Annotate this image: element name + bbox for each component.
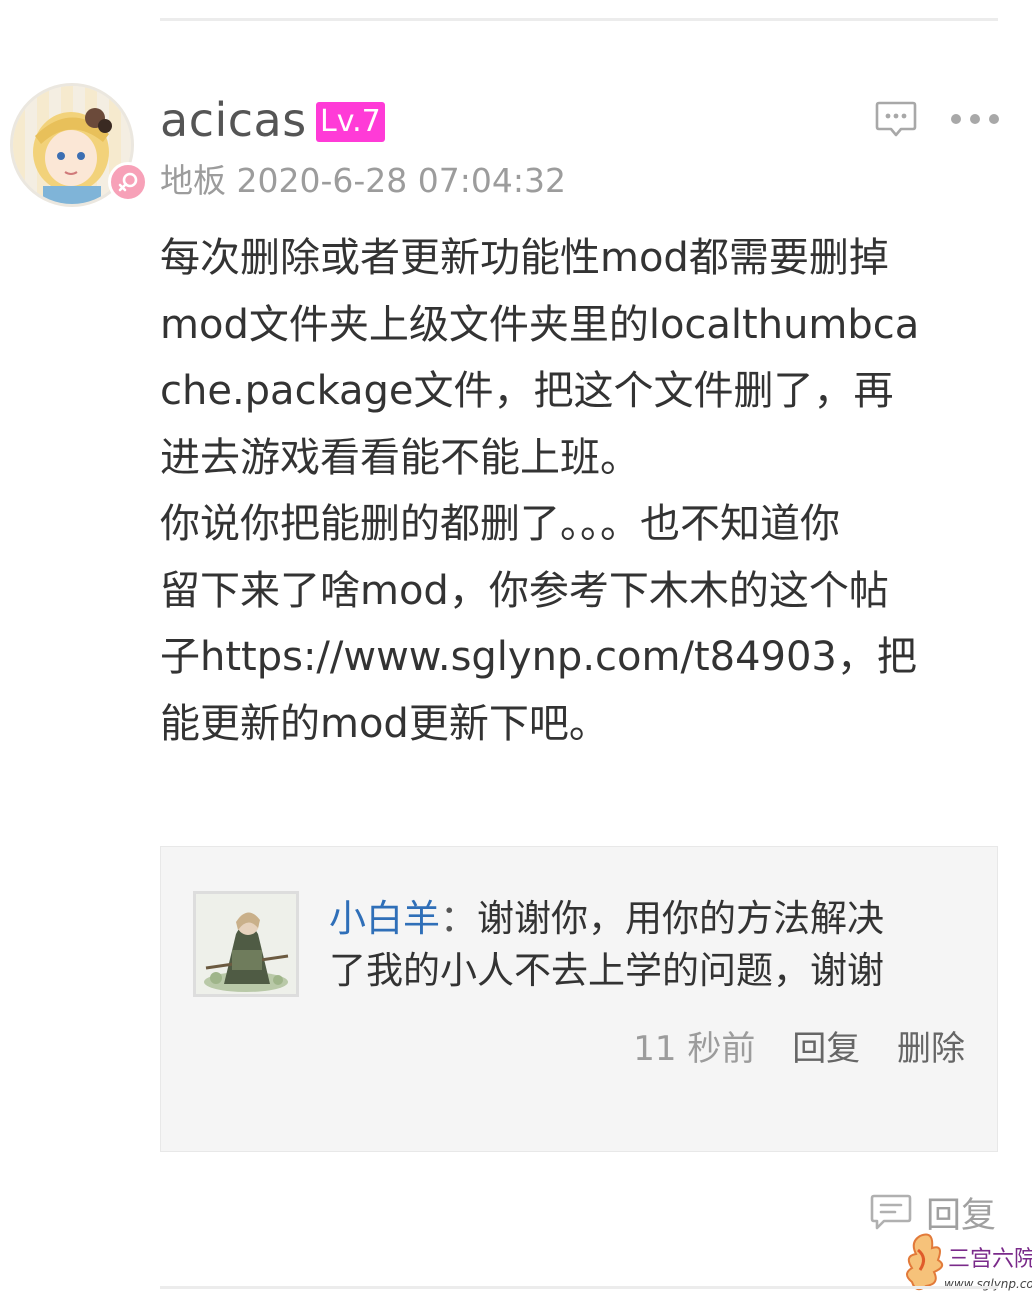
post-body-line: 进去游戏看看能不能上班。: [160, 434, 640, 481]
post-body-line: che.package文件，把这个文件删了，再: [160, 368, 894, 414]
reply-time: 11 秒前: [633, 1029, 756, 1069]
floor-label: 地板: [160, 161, 226, 200]
post-body-line: 留下来了啥mod，你参考下木木的这个帖: [160, 567, 889, 614]
reply-username[interactable]: 小白羊: [329, 897, 440, 940]
reply-content: 小白羊：谢谢你，用你的方法解决 了我的小人不去上学的问题，谢谢: [329, 893, 979, 997]
reply-to-reply-button[interactable]: 回复: [792, 1029, 860, 1069]
reply-avatar[interactable]: [193, 891, 299, 997]
post-body-line: 子https://www.sglynp.com/t84903，把: [160, 634, 917, 680]
post-timestamp: 2020-6-28 07:04:32: [236, 161, 566, 200]
post-body-line: mod文件夹上级文件夹里的localthumbca: [160, 301, 920, 348]
post-body-line: 能更新的mod更新下吧。: [160, 700, 609, 747]
reply-text-line2: 了我的小人不去上学的问题，谢谢: [329, 949, 884, 992]
post-username[interactable]: acicas: [160, 92, 307, 148]
post-body-line: 你说你把能删的都删了。。。也不知道你: [160, 501, 840, 547]
reply-separator: ：: [440, 897, 477, 940]
svg-text:三宫六院: 三宫六院: [948, 1247, 1032, 1272]
top-divider: [160, 18, 998, 21]
post-body: 每次删除或者更新功能性mod都需要删掉 mod文件夹上级文件夹里的localth…: [160, 225, 1000, 757]
post-meta: 地板 2020-6-28 07:04:32: [160, 160, 566, 202]
reply-meta: 11 秒前 回复 删除: [607, 1021, 965, 1070]
bottom-divider: [160, 1286, 998, 1289]
comment-icon[interactable]: [875, 100, 917, 140]
reply-icon: [870, 1194, 912, 1230]
reply-thread: 小白羊：谢谢你，用你的方法解决 了我的小人不去上学的问题，谢谢 11 秒前 回复…: [160, 846, 998, 1152]
female-gender-icon: [108, 162, 148, 202]
level-badge: Lv.7: [316, 102, 385, 142]
reply-text-line1: 谢谢你，用你的方法解决: [477, 897, 884, 940]
reply-line: 小白羊：谢谢你，用你的方法解决: [329, 893, 979, 945]
delete-reply-button[interactable]: 删除: [897, 1029, 965, 1069]
more-options-icon[interactable]: [948, 108, 1002, 130]
post-body-line: 每次删除或者更新功能性mod都需要删掉: [160, 235, 889, 281]
